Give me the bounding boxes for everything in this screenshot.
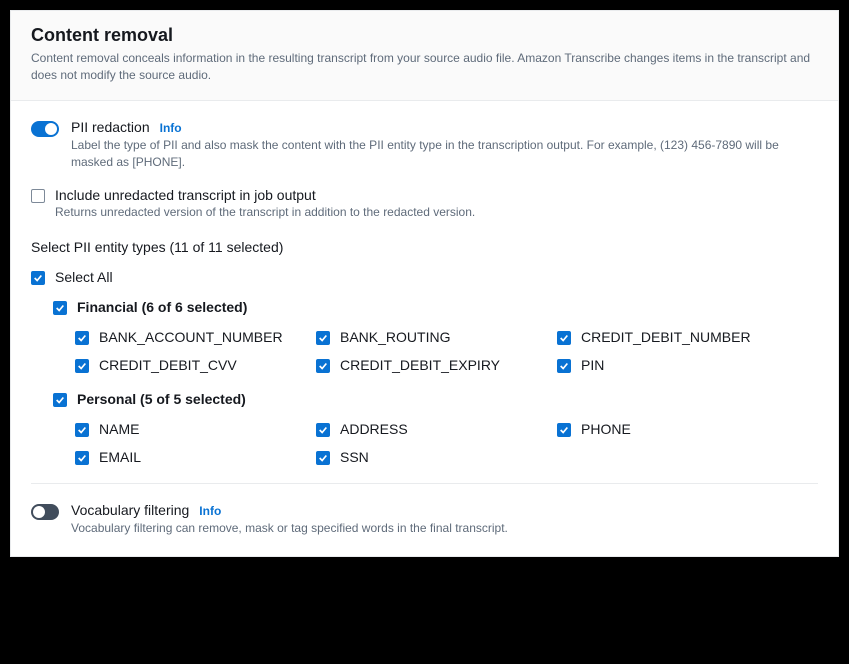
entity-credit-debit-number: CREDIT_DEBIT_NUMBER — [557, 329, 818, 345]
entity-bank-account-number: BANK_ACCOUNT_NUMBER — [75, 329, 316, 345]
entity-label: CREDIT_DEBIT_EXPIRY — [340, 357, 500, 373]
entity-address: ADDRESS — [316, 421, 557, 437]
entity-label: EMAIL — [99, 449, 141, 465]
financial-group-label: Financial (6 of 6 selected) — [77, 299, 247, 315]
vocab-filtering-description: Vocabulary filtering can remove, mask or… — [71, 520, 818, 537]
personal-group-row: Personal (5 of 5 selected) — [53, 391, 818, 407]
vocab-filtering-content: Vocabulary filtering Info Vocabulary fil… — [71, 502, 818, 537]
pii-redaction-info-link[interactable]: Info — [160, 121, 182, 135]
financial-group-checkbox[interactable] — [53, 301, 67, 315]
entity-checkbox[interactable] — [316, 331, 330, 345]
entity-email: EMAIL — [75, 449, 316, 465]
entity-checkbox[interactable] — [557, 331, 571, 345]
entity-label: ADDRESS — [340, 421, 408, 437]
entity-checkbox[interactable] — [75, 331, 89, 345]
vocab-filtering-row: Vocabulary filtering Info Vocabulary fil… — [31, 502, 818, 537]
panel-body: PII redaction Info Label the type of PII… — [11, 101, 838, 556]
select-all-row: Select All — [31, 269, 818, 285]
entity-checkbox[interactable] — [316, 359, 330, 373]
financial-items-grid: BANK_ACCOUNT_NUMBER BANK_ROUTING CREDIT_… — [75, 329, 818, 373]
entity-name: NAME — [75, 421, 316, 437]
include-unredacted-row: Include unredacted transcript in job out… — [31, 187, 818, 219]
pii-redaction-row: PII redaction Info Label the type of PII… — [31, 119, 818, 172]
vocab-filtering-label: Vocabulary filtering — [71, 502, 189, 518]
vocab-filtering-info-link[interactable]: Info — [199, 504, 221, 518]
personal-group-label: Personal (5 of 5 selected) — [77, 391, 246, 407]
entity-credit-debit-cvv: CREDIT_DEBIT_CVV — [75, 357, 316, 373]
entity-label: PHONE — [581, 421, 631, 437]
include-unredacted-checkbox[interactable] — [31, 189, 45, 203]
include-unredacted-description: Returns unredacted version of the transc… — [55, 205, 475, 219]
panel-description: Content removal conceals information in … — [31, 50, 818, 84]
entity-label: PIN — [581, 357, 604, 373]
personal-group-checkbox[interactable] — [53, 393, 67, 407]
entity-label: CREDIT_DEBIT_CVV — [99, 357, 237, 373]
entity-label: SSN — [340, 449, 369, 465]
entity-checkbox[interactable] — [75, 423, 89, 437]
content-removal-panel: Content removal Content removal conceals… — [10, 10, 839, 557]
entity-label: NAME — [99, 421, 139, 437]
entity-checkbox[interactable] — [75, 451, 89, 465]
entity-types-heading: Select PII entity types (11 of 11 select… — [31, 239, 818, 255]
personal-items-grid: NAME ADDRESS PHONE EMAIL SSN — [75, 421, 818, 465]
panel-title: Content removal — [31, 25, 818, 46]
pii-redaction-label: PII redaction — [71, 119, 150, 135]
financial-group-row: Financial (6 of 6 selected) — [53, 299, 818, 315]
entity-label: BANK_ACCOUNT_NUMBER — [99, 329, 283, 345]
entity-checkbox[interactable] — [557, 359, 571, 373]
entity-checkbox[interactable] — [316, 451, 330, 465]
pii-redaction-description: Label the type of PII and also mask the … — [71, 137, 818, 172]
entity-bank-routing: BANK_ROUTING — [316, 329, 557, 345]
include-unredacted-label: Include unredacted transcript in job out… — [55, 187, 475, 203]
vocab-filtering-toggle[interactable] — [31, 504, 59, 520]
entity-credit-debit-expiry: CREDIT_DEBIT_EXPIRY — [316, 357, 557, 373]
entity-checkbox[interactable] — [557, 423, 571, 437]
select-all-checkbox[interactable] — [31, 271, 45, 285]
entity-ssn: SSN — [316, 449, 557, 465]
pii-redaction-content: PII redaction Info Label the type of PII… — [71, 119, 818, 172]
entity-checkbox[interactable] — [75, 359, 89, 373]
select-all-label: Select All — [55, 269, 113, 285]
entity-pin: PIN — [557, 357, 818, 373]
pii-redaction-toggle[interactable] — [31, 121, 59, 137]
entity-label: CREDIT_DEBIT_NUMBER — [581, 329, 751, 345]
entity-label: BANK_ROUTING — [340, 329, 450, 345]
panel-header: Content removal Content removal conceals… — [11, 11, 838, 101]
entity-checkbox[interactable] — [316, 423, 330, 437]
section-divider — [31, 483, 818, 484]
entity-phone: PHONE — [557, 421, 818, 437]
